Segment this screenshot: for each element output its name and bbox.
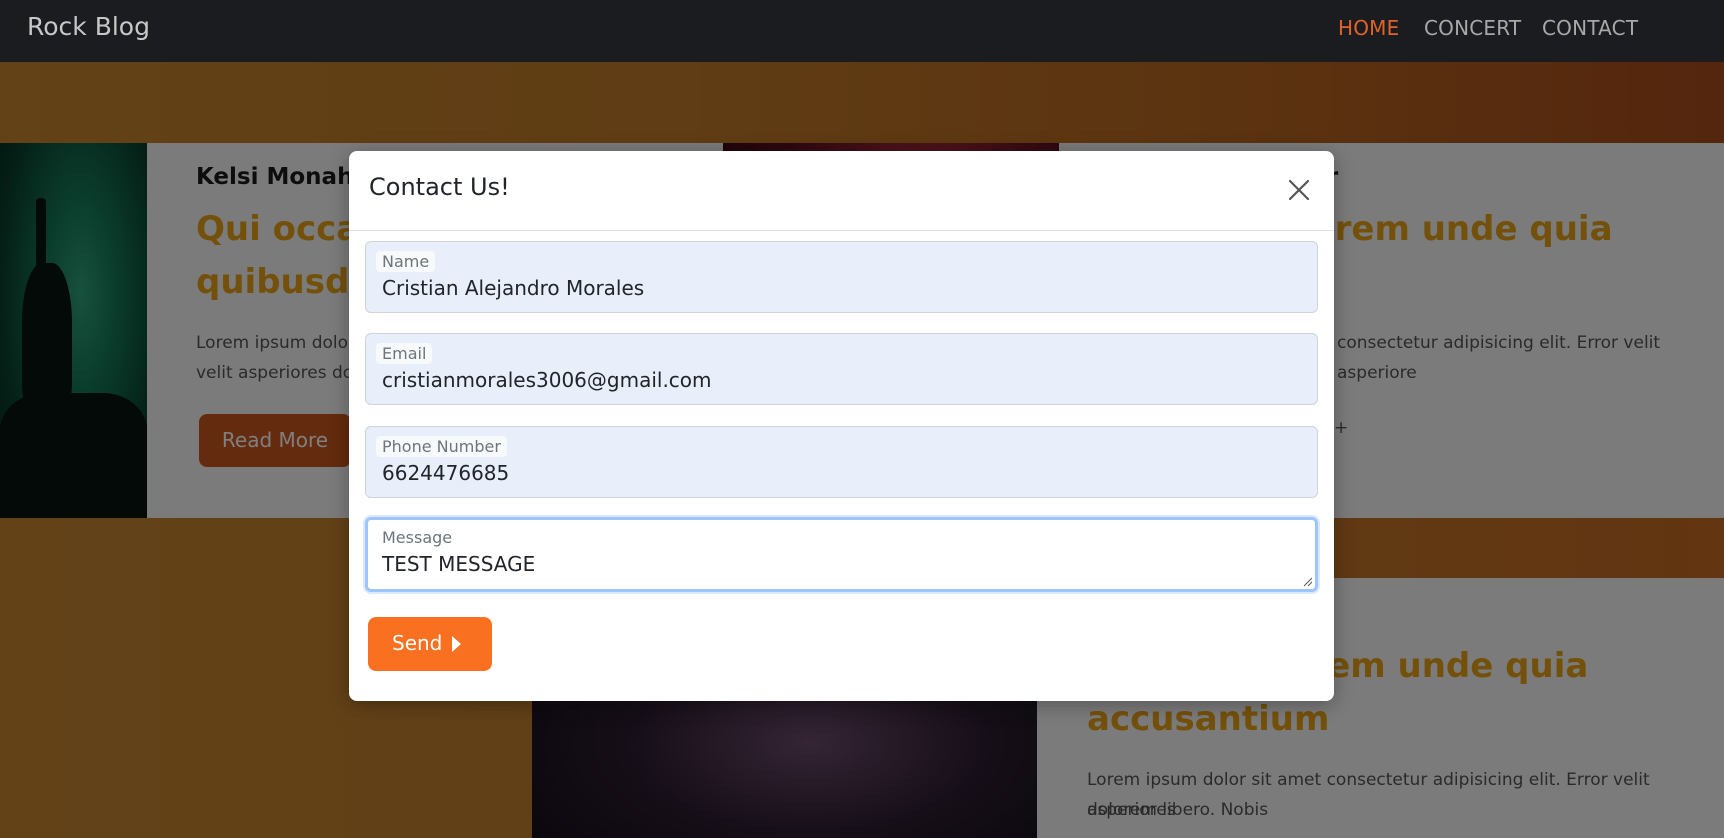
resize-grip-icon[interactable]: [1303, 577, 1313, 587]
brand-logo-text[interactable]: Rock Blog: [27, 12, 150, 41]
message-textarea[interactable]: Message TEST MESSAGE: [365, 517, 1318, 592]
contact-modal: Contact Us! Name Cristian Alejandro Mora…: [349, 151, 1334, 701]
top-navbar: Rock Blog HOME CONCERT CONTACT: [0, 0, 1724, 62]
message-value: TEST MESSAGE: [382, 552, 536, 576]
modal-header: Contact Us!: [349, 151, 1334, 231]
email-label: Email: [376, 343, 433, 364]
modal-title: Contact Us!: [369, 173, 510, 201]
nav-link-contact[interactable]: CONTACT: [1542, 16, 1638, 40]
message-label: Message: [376, 527, 459, 548]
close-icon: [1288, 179, 1310, 201]
name-value: Cristian Alejandro Morales: [382, 276, 645, 300]
phone-value: 6624476685: [382, 461, 510, 485]
email-field[interactable]: Email cristianmorales3006@gmail.com: [365, 333, 1318, 405]
caret-right-icon: [452, 636, 461, 652]
email-value: cristianmorales3006@gmail.com: [382, 368, 712, 392]
phone-field[interactable]: Phone Number 6624476685: [365, 426, 1318, 498]
name-field[interactable]: Name Cristian Alejandro Morales: [365, 241, 1318, 313]
nav-link-home[interactable]: HOME: [1338, 16, 1399, 40]
close-button[interactable]: [1281, 172, 1317, 208]
name-label: Name: [376, 251, 436, 272]
nav-link-concert[interactable]: CONCERT: [1424, 16, 1521, 40]
send-label: Send: [392, 631, 443, 655]
send-button[interactable]: Send: [368, 617, 492, 671]
phone-label: Phone Number: [376, 436, 507, 457]
